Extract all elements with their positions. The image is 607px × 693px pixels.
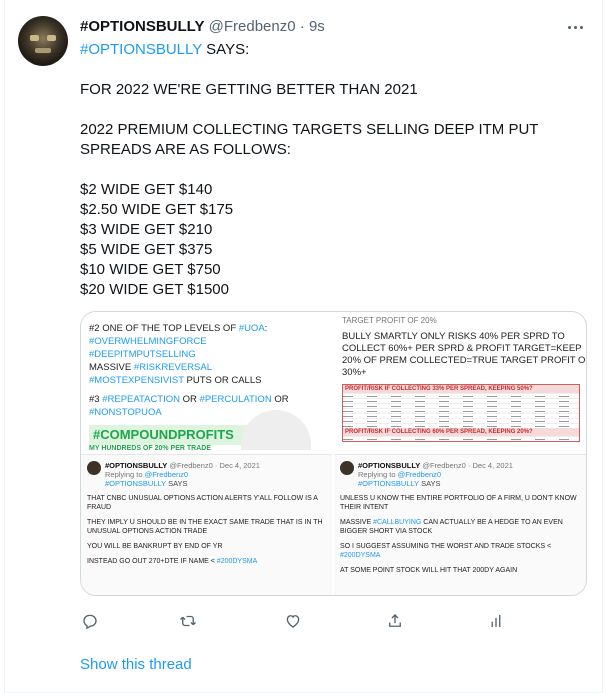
profit-risk-table: PROFIT/RISK IF COLLECTING 33% PER SPREAD… bbox=[342, 384, 580, 442]
img4-text: SAYS bbox=[419, 479, 441, 488]
img3-text: · Dec 4, 2021 bbox=[214, 461, 260, 470]
author-name[interactable]: #OPTIONSBULLY bbox=[80, 18, 204, 35]
img1-text: #3 bbox=[89, 394, 103, 405]
show-thread-link[interactable]: Show this thread bbox=[80, 655, 192, 675]
share-icon bbox=[389, 614, 401, 627]
img3-text: INSTEAD GO OUT 270+DTE IF NAME < bbox=[87, 558, 217, 565]
analytics-icon bbox=[491, 615, 501, 627]
img2-text: BULLY SMARTLY ONLY RISKS 40% PER SPRD TO bbox=[342, 331, 565, 342]
img1-text: MASSIVE bbox=[89, 362, 134, 373]
img4-text: @Fredbenz0 bbox=[397, 470, 442, 479]
avatar bbox=[340, 461, 354, 475]
img1-text: #OVERWHELMINGFORCE bbox=[89, 336, 207, 347]
img1-text: #REPEATACTION bbox=[102, 394, 180, 405]
img1-text: OR bbox=[271, 394, 289, 405]
img1-text: #2 ONE OF THE TOP LEVELS OF bbox=[89, 323, 239, 334]
img4-text: #200DYSMA bbox=[340, 552, 381, 559]
retweet-icon bbox=[180, 615, 196, 627]
target-line: $2 WIDE GET $140 bbox=[80, 181, 213, 198]
img2-text: COLLECT 60%+ PER SPRD & PROFIT TARGET=KE… bbox=[342, 343, 582, 354]
img4-text: Replying to bbox=[358, 470, 398, 479]
tweet-text: #OPTIONSBULLY SAYS: FOR 2022 WE'RE GETTI… bbox=[80, 40, 580, 300]
img1-text: #PERCULATION bbox=[199, 394, 272, 405]
img1-text: #RISKREVERSAL bbox=[133, 362, 213, 373]
img4-text: #OPTIONSBULLY bbox=[358, 479, 419, 488]
compound-profits-banner: #COMPOUNDPROFITS bbox=[89, 425, 259, 445]
share-button[interactable] bbox=[378, 604, 412, 638]
target-line: $10 WIDE GET $750 bbox=[80, 261, 221, 278]
analytics-button[interactable] bbox=[479, 604, 513, 638]
img3-text: #OPTIONSBULLY bbox=[105, 479, 166, 488]
img4-text: UNLESS U KNOW THE ENTIRE PORTFOLIO OF A … bbox=[340, 495, 577, 511]
img3-text: @Fredbenz0 bbox=[169, 461, 213, 470]
img4-text: @Fredbenz0 bbox=[422, 461, 466, 470]
img4-text: #CALLBUYING bbox=[373, 519, 422, 526]
tweet-time[interactable]: 9s bbox=[309, 18, 325, 35]
img4-text: SO I SUGGEST ASSUMING THE WORST AND TRAD… bbox=[340, 543, 552, 550]
img1-text: #DEEPITMPUTSELLING bbox=[89, 349, 196, 360]
img3-text: YOU WILL BE BANKRUPT BY END OF YR bbox=[87, 543, 223, 550]
target-line: $5 WIDE GET $375 bbox=[80, 241, 213, 258]
img1-text: PUTS OR CALLS bbox=[183, 375, 262, 386]
img4-text: MASSIVE bbox=[340, 519, 374, 526]
author-handle[interactable]: @Fredbenz0 bbox=[209, 18, 296, 35]
img3-text: #200DYSMA bbox=[216, 558, 258, 565]
tweet-header: #OPTIONSBULLY @Fredbenz0 · 9s bbox=[80, 17, 325, 37]
media-image-2[interactable]: TARGET PROFIT OF 20% BULLY SMARTLY ONLY … bbox=[334, 312, 587, 452]
more-options-icon[interactable] bbox=[562, 14, 588, 40]
retweet-button[interactable] bbox=[171, 604, 205, 638]
separator-dot: · bbox=[299, 18, 305, 35]
media-image-1[interactable]: #2 ONE OF THE TOP LEVELS OF #UOA: #OVERW… bbox=[81, 312, 332, 452]
img4-text: AT SOME POINT STOCK WILL HIT THAT 200DY … bbox=[340, 567, 518, 574]
img4-text: #OPTIONSBULLY bbox=[358, 461, 421, 470]
tweet-line-3: SPREADS ARE AS FOLLOWS: bbox=[80, 141, 291, 158]
reply-button[interactable] bbox=[73, 604, 107, 638]
table-title: PROFIT/RISK IF COLLECTING 60% PER SPREAD… bbox=[343, 428, 579, 436]
img4-text: · Dec 4, 2021 bbox=[467, 461, 513, 470]
like-button[interactable] bbox=[276, 604, 310, 638]
tweet-actions bbox=[0, 604, 607, 638]
tweet-line-1: FOR 2022 WE'RE GETTING BETTER THAN 2021 bbox=[80, 81, 418, 98]
avatar bbox=[87, 461, 101, 475]
target-line: $2.50 WIDE GET $175 bbox=[80, 201, 234, 218]
target-line: $20 WIDE GET $1500 bbox=[80, 281, 229, 298]
heart-icon bbox=[286, 615, 300, 628]
img3-text: THEY IMPLY U SHOULD BE IN THE EXACT SAME… bbox=[87, 519, 323, 535]
img2-text: 30%+ bbox=[342, 367, 367, 378]
media-image-4[interactable]: #OPTIONSBULLY @Fredbenz0 · Dec 4, 2021 R… bbox=[334, 454, 586, 595]
table-title: PROFIT/RISK IF COLLECTING 33% PER SPREAD… bbox=[343, 385, 579, 393]
img3-text: SAYS bbox=[166, 479, 188, 488]
img3-text: THAT CNBC UNUSUAL OPTIONS ACTION ALERTS … bbox=[87, 495, 318, 511]
img1-text: OR bbox=[180, 394, 200, 405]
reply-icon bbox=[83, 614, 97, 630]
img3-text: #OPTIONSBULLY bbox=[105, 461, 168, 470]
hashtag-link[interactable]: #OPTIONSBULLY bbox=[80, 41, 202, 58]
says-text: SAYS: bbox=[202, 41, 250, 58]
img2-text: TARGET PROFIT OF 20% bbox=[342, 316, 437, 325]
avatar[interactable] bbox=[18, 16, 68, 66]
img3-text: @Fredbenz0 bbox=[144, 470, 189, 479]
media-image-3[interactable]: #OPTIONSBULLY @Fredbenz0 · Dec 4, 2021 R… bbox=[81, 454, 332, 595]
tweet-line-2: 2022 PREMIUM COLLECTING TARGETS SELLING … bbox=[80, 121, 539, 138]
img1-text: #UOA bbox=[238, 323, 265, 334]
img1-text: #MOSTEXPENSIVIST bbox=[89, 375, 184, 386]
img3-text: Replying to bbox=[105, 470, 145, 479]
media-grid: #2 ONE OF THE TOP LEVELS OF #UOA: #OVERW… bbox=[80, 311, 587, 596]
target-line: $3 WIDE GET $210 bbox=[80, 221, 213, 238]
img2-text: 20% OF PREM COLLECTED=TRUE TARGET PROFIT… bbox=[342, 355, 587, 366]
